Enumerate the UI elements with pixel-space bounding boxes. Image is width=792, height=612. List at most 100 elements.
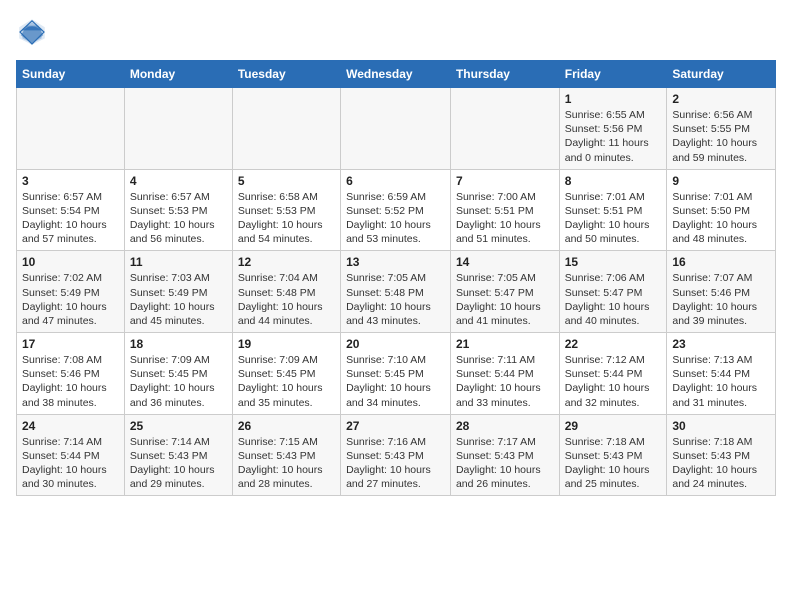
weekday-header-sunday: Sunday [17, 61, 125, 88]
day-info: Sunrise: 6:56 AMSunset: 5:55 PMDaylight:… [672, 108, 770, 165]
day-info: Sunrise: 7:14 AMSunset: 5:44 PMDaylight:… [22, 435, 119, 492]
day-number: 1 [565, 92, 662, 106]
day-number: 2 [672, 92, 770, 106]
day-info: Sunrise: 7:16 AMSunset: 5:43 PMDaylight:… [346, 435, 445, 492]
day-cell: 9 Sunrise: 7:01 AMSunset: 5:50 PMDaylight… [667, 169, 776, 251]
page-header [16, 16, 776, 48]
day-info: Sunrise: 7:09 AMSunset: 5:45 PMDaylight:… [130, 353, 227, 410]
day-info: Sunrise: 7:05 AMSunset: 5:47 PMDaylight:… [456, 271, 554, 328]
day-cell [341, 88, 451, 170]
day-info: Sunrise: 6:57 AMSunset: 5:54 PMDaylight:… [22, 190, 119, 247]
day-cell: 15Sunrise: 7:06 AMSunset: 5:47 PMDayligh… [559, 251, 667, 333]
day-info: Sunrise: 7:01 AMSunset: 5:50 PMDaylight:… [672, 190, 770, 247]
day-cell: 25 Sunrise: 7:14 AMSunset: 5:43 PMDayligh… [124, 414, 232, 496]
weekday-header-saturday: Saturday [667, 61, 776, 88]
calendar-header: SundayMondayTuesdayWednesdayThursdayFrid… [17, 61, 776, 88]
day-info: Sunrise: 7:08 AMSunset: 5:46 PMDaylight:… [22, 353, 119, 410]
week-row-1: 1 Sunrise: 6:55 AMSunset: 5:56 PMDaylight… [17, 88, 776, 170]
weekday-header-wednesday: Wednesday [341, 61, 451, 88]
day-number: 16 [672, 255, 770, 269]
day-cell [17, 88, 125, 170]
day-info: Sunrise: 7:18 AMSunset: 5:43 PMDaylight:… [672, 435, 770, 492]
calendar-body: 1 Sunrise: 6:55 AMSunset: 5:56 PMDaylight… [17, 88, 776, 496]
weekday-header-thursday: Thursday [450, 61, 559, 88]
day-number: 3 [22, 174, 119, 188]
day-info: Sunrise: 7:18 AMSunset: 5:43 PMDaylight:… [565, 435, 662, 492]
day-cell: 18Sunrise: 7:09 AMSunset: 5:45 PMDayligh… [124, 333, 232, 415]
day-info: Sunrise: 7:14 AMSunset: 5:43 PMDaylight:… [130, 435, 227, 492]
day-info: Sunrise: 7:01 AMSunset: 5:51 PMDaylight:… [565, 190, 662, 247]
day-number: 26 [238, 419, 335, 433]
day-number: 4 [130, 174, 227, 188]
day-number: 21 [456, 337, 554, 351]
day-number: 30 [672, 419, 770, 433]
day-cell: 22Sunrise: 7:12 AMSunset: 5:44 PMDayligh… [559, 333, 667, 415]
day-number: 12 [238, 255, 335, 269]
day-number: 28 [456, 419, 554, 433]
day-cell: 7Sunrise: 7:00 AMSunset: 5:51 PMDaylight… [450, 169, 559, 251]
day-info: Sunrise: 7:09 AMSunset: 5:45 PMDaylight:… [238, 353, 335, 410]
day-info: Sunrise: 7:06 AMSunset: 5:47 PMDaylight:… [565, 271, 662, 328]
day-info: Sunrise: 7:10 AMSunset: 5:45 PMDaylight:… [346, 353, 445, 410]
day-number: 19 [238, 337, 335, 351]
weekday-header-monday: Monday [124, 61, 232, 88]
day-info: Sunrise: 7:13 AMSunset: 5:44 PMDaylight:… [672, 353, 770, 410]
day-cell: 29 Sunrise: 7:18 AMSunset: 5:43 PMDayligh… [559, 414, 667, 496]
day-number: 25 [130, 419, 227, 433]
day-number: 6 [346, 174, 445, 188]
week-row-2: 3 Sunrise: 6:57 AMSunset: 5:54 PMDaylight… [17, 169, 776, 251]
day-cell: 24 Sunrise: 7:14 AMSunset: 5:44 PMDayligh… [17, 414, 125, 496]
day-number: 5 [238, 174, 335, 188]
day-cell: 23 Sunrise: 7:13 AMSunset: 5:44 PMDayligh… [667, 333, 776, 415]
day-cell [450, 88, 559, 170]
week-row-4: 17 Sunrise: 7:08 AMSunset: 5:46 PMDayligh… [17, 333, 776, 415]
day-cell: 20Sunrise: 7:10 AMSunset: 5:45 PMDayligh… [341, 333, 451, 415]
day-info: Sunrise: 7:02 AMSunset: 5:49 PMDaylight:… [22, 271, 119, 328]
day-cell: 16Sunrise: 7:07 AMSunset: 5:46 PMDayligh… [667, 251, 776, 333]
day-cell: 28 Sunrise: 7:17 AMSunset: 5:43 PMDayligh… [450, 414, 559, 496]
day-info: Sunrise: 7:04 AMSunset: 5:48 PMDaylight:… [238, 271, 335, 328]
day-cell: 21Sunrise: 7:11 AMSunset: 5:44 PMDayligh… [450, 333, 559, 415]
day-info: Sunrise: 7:03 AMSunset: 5:49 PMDaylight:… [130, 271, 227, 328]
day-cell: 5 Sunrise: 6:58 AMSunset: 5:53 PMDaylight… [232, 169, 340, 251]
day-cell: 10Sunrise: 7:02 AMSunset: 5:49 PMDayligh… [17, 251, 125, 333]
day-info: Sunrise: 6:55 AMSunset: 5:56 PMDaylight:… [565, 108, 662, 165]
day-number: 11 [130, 255, 227, 269]
day-number: 23 [672, 337, 770, 351]
day-info: Sunrise: 7:15 AMSunset: 5:43 PMDaylight:… [238, 435, 335, 492]
day-info: Sunrise: 7:17 AMSunset: 5:43 PMDaylight:… [456, 435, 554, 492]
day-cell: 6 Sunrise: 6:59 AMSunset: 5:52 PMDaylight… [341, 169, 451, 251]
weekday-row: SundayMondayTuesdayWednesdayThursdayFrid… [17, 61, 776, 88]
day-cell: 17 Sunrise: 7:08 AMSunset: 5:46 PMDayligh… [17, 333, 125, 415]
day-info: Sunrise: 6:59 AMSunset: 5:52 PMDaylight:… [346, 190, 445, 247]
day-cell [124, 88, 232, 170]
day-number: 29 [565, 419, 662, 433]
day-cell: 8 Sunrise: 7:01 AMSunset: 5:51 PMDaylight… [559, 169, 667, 251]
day-number: 24 [22, 419, 119, 433]
day-cell: 13Sunrise: 7:05 AMSunset: 5:48 PMDayligh… [341, 251, 451, 333]
day-info: Sunrise: 7:05 AMSunset: 5:48 PMDaylight:… [346, 271, 445, 328]
day-number: 17 [22, 337, 119, 351]
week-row-3: 10Sunrise: 7:02 AMSunset: 5:49 PMDayligh… [17, 251, 776, 333]
day-cell: 27 Sunrise: 7:16 AMSunset: 5:43 PMDayligh… [341, 414, 451, 496]
day-number: 8 [565, 174, 662, 188]
day-cell: 12 Sunrise: 7:04 AMSunset: 5:48 PMDayligh… [232, 251, 340, 333]
day-cell: 1 Sunrise: 6:55 AMSunset: 5:56 PMDaylight… [559, 88, 667, 170]
day-info: Sunrise: 6:58 AMSunset: 5:53 PMDaylight:… [238, 190, 335, 247]
week-row-5: 24 Sunrise: 7:14 AMSunset: 5:44 PMDayligh… [17, 414, 776, 496]
day-number: 14 [456, 255, 554, 269]
logo [16, 16, 54, 48]
day-cell: 2 Sunrise: 6:56 AMSunset: 5:55 PMDaylight… [667, 88, 776, 170]
day-cell: 11 Sunrise: 7:03 AMSunset: 5:49 PMDayligh… [124, 251, 232, 333]
day-cell: 4 Sunrise: 6:57 AMSunset: 5:53 PMDaylight… [124, 169, 232, 251]
day-cell: 30 Sunrise: 7:18 AMSunset: 5:43 PMDayligh… [667, 414, 776, 496]
day-cell: 19 Sunrise: 7:09 AMSunset: 5:45 PMDayligh… [232, 333, 340, 415]
day-number: 9 [672, 174, 770, 188]
day-info: Sunrise: 6:57 AMSunset: 5:53 PMDaylight:… [130, 190, 227, 247]
day-cell [232, 88, 340, 170]
weekday-header-tuesday: Tuesday [232, 61, 340, 88]
weekday-header-friday: Friday [559, 61, 667, 88]
day-number: 27 [346, 419, 445, 433]
day-cell: 14 Sunrise: 7:05 AMSunset: 5:47 PMDayligh… [450, 251, 559, 333]
day-number: 22 [565, 337, 662, 351]
